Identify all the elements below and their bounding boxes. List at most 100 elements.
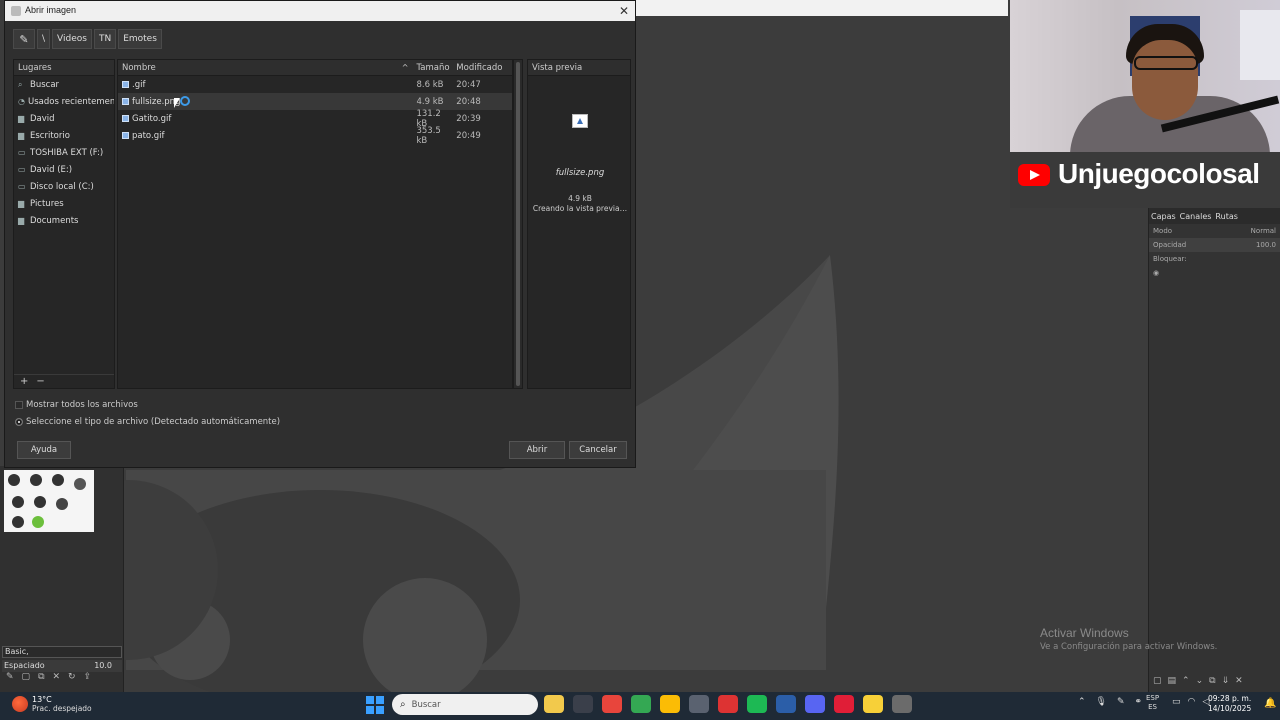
link-icon[interactable]: ⚭ <box>1135 697 1143 707</box>
new-brush-icon[interactable]: ▢ <box>22 672 31 686</box>
brush-thumb[interactable] <box>34 496 46 508</box>
brush-thumb[interactable] <box>30 474 42 486</box>
discord-icon[interactable] <box>805 695 825 713</box>
opacity-slider[interactable]: Opacidad 100.0 <box>1149 238 1280 252</box>
duplicate-layer-icon[interactable]: ⧉ <box>1209 676 1215 686</box>
opera-icon[interactable] <box>834 695 854 713</box>
new-group-icon[interactable]: ▤ <box>1168 676 1177 686</box>
file-name-cell: Gatito.gif <box>118 114 412 124</box>
settings-icon[interactable] <box>689 695 709 713</box>
system-tray: ⌃ 🎙 ✎ ⚭ <box>1078 697 1142 707</box>
brush-preset-select[interactable]: Basic, <box>2 646 122 658</box>
place-item[interactable]: ▆ Documents <box>14 212 114 229</box>
clock[interactable]: 09:28 p. m. 14/10/2025 <box>1208 694 1251 714</box>
column-modified[interactable]: Modificado <box>452 60 512 75</box>
place-item[interactable]: ▆ David <box>14 110 114 127</box>
file-list-scrollbar[interactable] <box>513 59 523 389</box>
duplicate-brush-icon[interactable]: ⧉ <box>38 672 44 686</box>
show-all-files-label: Mostrar todos los archivos <box>26 400 138 410</box>
brush-thumb[interactable] <box>12 516 24 528</box>
weather-widget[interactable]: 13°C Prac. despejado <box>12 695 92 713</box>
tab-paths[interactable]: Rutas <box>1215 212 1237 221</box>
column-size[interactable]: Tamaño <box>412 60 452 75</box>
dialog-titlebar[interactable]: Abrir imagen ✕ <box>5 1 635 21</box>
file-row[interactable]: .gif 8.6 kB 20:47 <box>118 76 512 93</box>
open-button[interactable]: Abrir <box>509 441 565 459</box>
help-button[interactable]: Ayuda <box>17 441 71 459</box>
tab-layers[interactable]: Capas <box>1151 212 1176 221</box>
chrome-3-icon[interactable] <box>660 695 680 713</box>
notification-bell-icon[interactable]: 🔔 <box>1264 698 1276 709</box>
place-label: Documents <box>30 215 79 226</box>
refresh-brushes-icon[interactable]: ↻ <box>68 672 76 686</box>
merge-layer-icon[interactable]: ⇓ <box>1222 676 1230 686</box>
brush-thumb[interactable] <box>74 478 86 490</box>
new-layer-icon[interactable]: ▢ <box>1153 676 1162 686</box>
app-red-icon[interactable] <box>718 695 738 713</box>
column-name[interactable]: Nombre ^ <box>118 60 412 75</box>
terminal-icon[interactable] <box>776 695 796 713</box>
store-icon[interactable] <box>573 695 593 713</box>
place-label: Escritorio <box>30 130 70 141</box>
breadcrumb-tn[interactable]: TN <box>93 29 117 49</box>
gimp-icon[interactable] <box>892 695 912 713</box>
edit-path-button[interactable]: ✎ <box>13 29 35 49</box>
breadcrumb-root[interactable]: \ <box>37 29 51 49</box>
place-item[interactable]: ▭ David (E:) <box>14 161 114 178</box>
place-item[interactable]: ▭ TOSHIBA EXT (F:) <box>14 144 114 161</box>
mode-row[interactable]: Modo Normal <box>1149 224 1280 238</box>
add-bookmark-button[interactable]: + <box>20 376 28 387</box>
delete-brush-icon[interactable]: ✕ <box>53 672 61 686</box>
raise-layer-icon[interactable]: ⌃ <box>1182 676 1190 686</box>
file-row[interactable]: pato.gif 353.5 kB 20:49 <box>118 126 512 146</box>
sticky-notes-icon[interactable] <box>863 695 883 713</box>
wifi-icon[interactable]: ◠ <box>1188 697 1196 707</box>
layer-row[interactable]: ◉ <box>1149 266 1280 280</box>
file-explorer-icon[interactable] <box>544 695 564 713</box>
windows-start-icon[interactable] <box>366 696 384 714</box>
cancel-button[interactable]: Cancelar <box>569 441 627 459</box>
export-brush-icon[interactable]: ⇪ <box>84 672 92 686</box>
lower-layer-icon[interactable]: ⌄ <box>1196 676 1204 686</box>
pen-icon[interactable]: ✎ <box>1117 697 1125 707</box>
show-all-files-row[interactable]: Mostrar todos los archivos <box>15 400 138 410</box>
brush-thumb[interactable] <box>56 498 68 510</box>
file-row[interactable]: Gatito.gif 131.2 kB 20:39 <box>118 109 512 129</box>
show-all-files-checkbox[interactable] <box>15 401 23 409</box>
spacing-slider[interactable]: Espaciado 10.0 <box>2 660 122 672</box>
chrome-icon[interactable] <box>602 695 622 713</box>
chevron-up-icon[interactable]: ⌃ <box>1078 697 1086 707</box>
breadcrumb-videos[interactable]: Videos <box>52 29 92 49</box>
place-item[interactable]: ▆ Pictures <box>14 195 114 212</box>
brush-thumb[interactable] <box>8 474 20 486</box>
edit-brush-icon[interactable]: ✎ <box>6 672 14 686</box>
file-type-row[interactable]: Seleccione el tipo de archivo (Detectado… <box>15 417 280 427</box>
place-item[interactable]: ▆ Escritorio <box>14 127 114 144</box>
brush-thumbnails[interactable] <box>4 470 94 532</box>
language-indicator[interactable]: ESP ES <box>1146 694 1159 712</box>
remove-bookmark-button[interactable]: − <box>36 376 44 387</box>
monitor-icon[interactable]: ▭ <box>1172 697 1181 707</box>
place-item[interactable]: ◔Usados recientemente <box>14 93 114 110</box>
mode-value[interactable]: Normal <box>1251 227 1276 235</box>
brush-thumb[interactable] <box>52 474 64 486</box>
microphone-icon[interactable]: 🎙 <box>1096 697 1107 707</box>
file-list: Nombre ^ Tamaño Modificado .gif 8.6 kB 20:4… <box>117 59 513 389</box>
taskbar-search-input[interactable]: ⌕ Buscar <box>392 694 538 715</box>
place-item[interactable]: ⌕ Buscar <box>14 76 114 93</box>
brush-thumb[interactable] <box>32 516 44 528</box>
place-item[interactable]: ▭ Disco local (C:) <box>14 178 114 195</box>
file-type-expander[interactable] <box>15 418 23 426</box>
brush-thumb[interactable] <box>12 496 24 508</box>
breadcrumb-emotes[interactable]: Emotes <box>118 29 162 49</box>
folder-icon: ▆ <box>18 131 25 140</box>
xbox-icon[interactable] <box>747 695 767 713</box>
close-button[interactable]: ✕ <box>619 4 629 18</box>
file-name: pato.gif <box>132 130 165 141</box>
chrome-2-icon[interactable] <box>631 695 651 713</box>
eye-icon[interactable]: ◉ <box>1153 269 1159 277</box>
delete-layer-icon[interactable]: ✕ <box>1235 676 1243 686</box>
tab-channels[interactable]: Canales <box>1180 212 1212 221</box>
activate-subtitle: Ve a Configuración para activar Windows. <box>1040 642 1218 652</box>
search-icon: ⌕ <box>400 699 406 710</box>
